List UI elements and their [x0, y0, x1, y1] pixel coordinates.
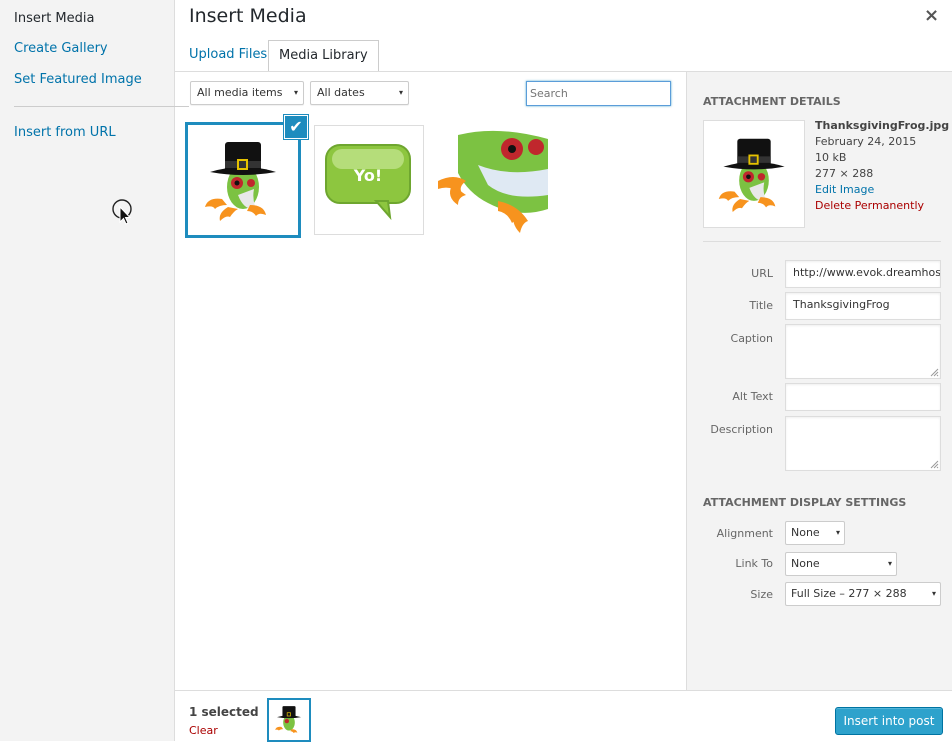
- mouse-cursor-icon: [112, 199, 132, 225]
- alignment-select[interactable]: None ▾: [785, 521, 845, 545]
- size-select[interactable]: Full Size – 277 × 288 ▾: [785, 582, 941, 606]
- tab-upload-files[interactable]: Upload Files: [179, 40, 277, 72]
- description-label: Description: [710, 423, 773, 436]
- media-toolbar-footer: 1 selected Clear Insert into post: [175, 690, 952, 742]
- delete-permanently-link[interactable]: Delete Permanently: [815, 198, 949, 214]
- close-icon[interactable]: ×: [924, 6, 939, 26]
- attachment-filename: ThanksgivingFrog.jpg: [815, 119, 950, 132]
- attachment-thanksgiving-frog[interactable]: [185, 122, 301, 238]
- description-field[interactable]: [785, 416, 941, 471]
- alignment-value: None: [791, 526, 820, 539]
- resize-grip-icon[interactable]: [929, 459, 939, 469]
- title-label: Title: [749, 299, 773, 312]
- media-menu: Insert Media Create Gallery Set Featured…: [0, 0, 189, 741]
- link-to-select[interactable]: None ▾: [785, 552, 897, 576]
- caption-label: Caption: [730, 332, 773, 345]
- media-type-filter[interactable]: All media items ▾: [190, 81, 304, 105]
- attachment-info: ThanksgivingFrog.jpg February 24, 2015 1…: [815, 118, 949, 214]
- date-filter-value: All dates: [317, 86, 365, 99]
- date-filter[interactable]: All dates ▾: [310, 81, 409, 105]
- menu-item-insert-media[interactable]: Insert Media: [14, 11, 94, 26]
- frog-pilgrim-hat-icon: [275, 706, 301, 734]
- menu-item-insert-from-url[interactable]: Insert from URL: [14, 125, 116, 140]
- resize-grip-icon[interactable]: [929, 367, 939, 377]
- frog-pilgrim-hat-icon: [205, 142, 276, 221]
- select-arrow-icon: ▾: [398, 88, 403, 97]
- selection-count: 1 selected: [189, 705, 259, 719]
- alt-text-label: Alt Text: [732, 390, 773, 403]
- url-label: URL: [751, 267, 773, 280]
- yo-speech-bubble-icon: Yo!: [325, 144, 411, 221]
- selected-check-icon[interactable]: ✔: [284, 115, 308, 139]
- link-to-label: Link To: [735, 557, 773, 570]
- select-arrow-icon: ▾: [887, 559, 892, 568]
- title-field[interactable]: ThanksgivingFrog: [785, 292, 941, 320]
- details-separator: [703, 241, 941, 242]
- attachment-details-heading: Attachment Details: [703, 95, 841, 108]
- select-arrow-icon: ▾: [835, 528, 840, 537]
- frog-pilgrim-hat-icon: [718, 138, 785, 213]
- attachment-date: February 24, 2015: [815, 135, 917, 148]
- attachment-dimensions: 277 × 288: [815, 167, 874, 180]
- alignment-label: Alignment: [716, 527, 773, 540]
- menu-item-set-featured-image[interactable]: Set Featured Image: [14, 72, 142, 87]
- menu-item-create-gallery[interactable]: Create Gallery: [14, 41, 108, 56]
- edit-image-link[interactable]: Edit Image: [815, 182, 949, 198]
- display-settings-heading: Attachment Display Settings: [703, 496, 907, 509]
- attachment-details-sidebar: Attachment Details ThanksgivingFrog.jpg …: [686, 72, 952, 690]
- attachment-preview: [703, 120, 805, 228]
- caption-field[interactable]: [785, 324, 941, 379]
- select-arrow-icon: ▾: [931, 589, 936, 598]
- media-type-filter-value: All media items: [197, 86, 283, 99]
- attachment-file-size: 10 kB: [815, 151, 847, 164]
- url-field[interactable]: http://www.evok.dreamhost: [785, 260, 941, 288]
- search-input[interactable]: [526, 81, 671, 106]
- modal-title: Insert Media: [189, 5, 307, 27]
- size-label: Size: [750, 588, 773, 601]
- tree-frog-icon: [438, 130, 548, 233]
- selection-thumbnail[interactable]: [267, 698, 311, 742]
- size-value: Full Size – 277 × 288: [791, 587, 907, 600]
- alt-text-field[interactable]: [785, 383, 941, 411]
- clear-selection-link[interactable]: Clear: [189, 724, 218, 737]
- svg-text:Yo!: Yo!: [353, 166, 382, 185]
- menu-separator: [14, 106, 189, 107]
- attachment-yo-bubble[interactable]: Yo!: [314, 125, 424, 235]
- link-to-value: None: [791, 557, 820, 570]
- tab-media-library[interactable]: Media Library: [268, 40, 379, 72]
- select-arrow-icon: ▾: [293, 88, 298, 97]
- insert-into-post-button[interactable]: Insert into post: [835, 707, 943, 735]
- attachment-tree-frog[interactable]: [438, 125, 548, 235]
